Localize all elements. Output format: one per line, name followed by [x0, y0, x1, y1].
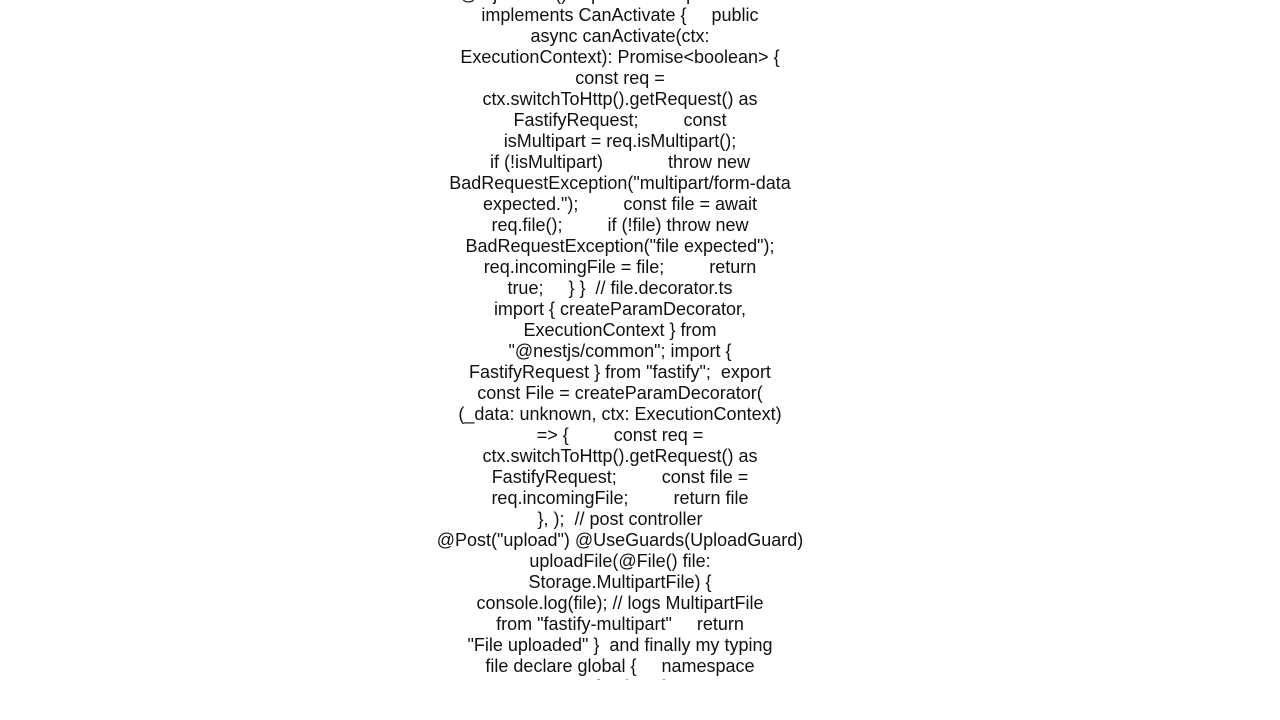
- text-line: "File uploaded" } and finally my typing: [467, 635, 773, 655]
- text-line: expected."); const file = await: [482, 194, 758, 214]
- text-line: const req =: [575, 68, 665, 88]
- text-line: FastifyRequest; const: [513, 110, 727, 130]
- text-line: req.incomingFile; return file: [491, 488, 749, 508]
- text-line: "@nestjs/common"; import {: [508, 341, 732, 361]
- text-line: uploadFile(@File() file:: [529, 551, 711, 571]
- text-line: async canActivate(ctx:: [530, 26, 710, 46]
- text-line: file declare global { namespace: [485, 656, 755, 676]
- text-line: if (!isMultipart) throw new: [489, 152, 751, 172]
- text-line: console.log(file); // logs MultipartFile: [476, 593, 764, 613]
- text-line: ctx.switchToHttp().getRequest() as: [482, 446, 758, 466]
- text-line: isMultipart = req.isMultipart();: [503, 131, 737, 151]
- text-line: => { const req =: [536, 425, 704, 445]
- text-line: Storage.MultipartFile) {: [528, 572, 712, 592]
- text-line: ExecutionContext): Promise<boolean> {: [460, 47, 780, 67]
- text-line: from "fastify-multipart" return: [496, 614, 744, 634]
- text-line: implements CanActivate { public: [481, 5, 759, 25]
- text-line: FastifyRequest } from "fastify"; export: [469, 362, 771, 382]
- text-line: }, ); // post controller: [537, 509, 703, 529]
- text-line: req.file(); if (!file) throw new: [491, 215, 749, 235]
- text-line: true; } } // file.decorator.ts: [507, 278, 733, 298]
- text-line: BadRequestException("multipart/form-data: [449, 173, 791, 193]
- text-line: Storage { interface ...: [430, 677, 810, 680]
- text-line: ctx.switchToHttp().getRequest() as: [482, 89, 758, 109]
- text-line: const File = createParamDecorator(: [477, 383, 763, 403]
- code-text-block: @Injectable() export class UploadGuardim…: [430, 0, 810, 680]
- text-line: FastifyRequest; const file =: [491, 467, 749, 487]
- text-line: (_data: unknown, ctx: ExecutionContext): [458, 404, 782, 424]
- text-line: BadRequestException("file expected");: [465, 236, 775, 256]
- text-line: import { createParamDecorator,: [493, 299, 747, 319]
- text-line: ExecutionContext } from: [523, 320, 717, 340]
- text-line: @Post("upload") @UseGuards(UploadGuard): [436, 530, 804, 550]
- text-line: req.incomingFile = file; return: [483, 257, 757, 277]
- page-viewport: @Injectable() export class UploadGuardim…: [0, 0, 1280, 680]
